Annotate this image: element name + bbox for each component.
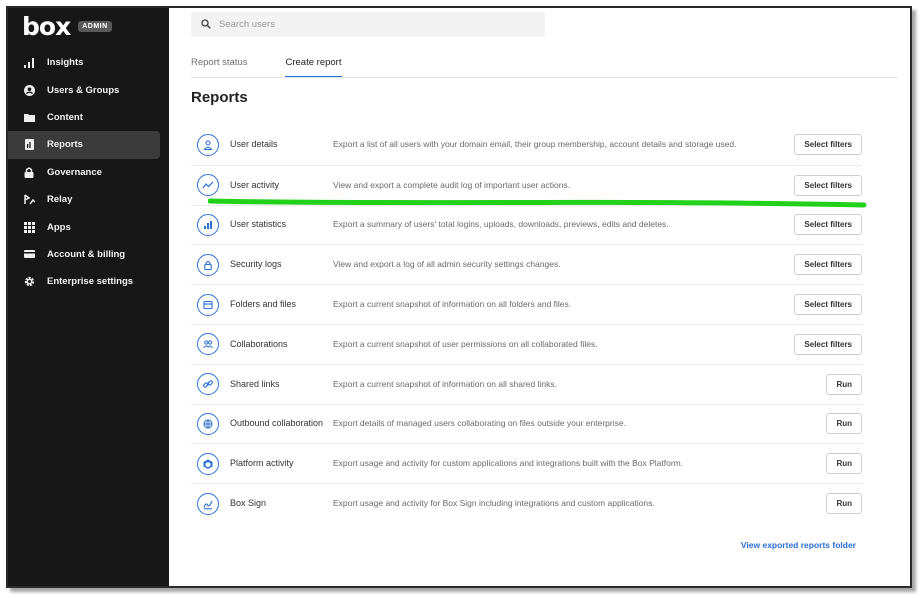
main-content: Report status Create report Reports User…	[169, 8, 910, 586]
report-description: Export a current snapshot of information…	[333, 299, 572, 309]
user-details-icon	[197, 133, 219, 156]
report-icon	[23, 139, 35, 151]
report-description: Export usage and activity for custom app…	[333, 458, 684, 469]
page-title: Reports	[191, 89, 248, 106]
report-name: Shared links	[230, 378, 280, 389]
report-name: User details	[230, 139, 278, 150]
select-filters-button[interactable]: Select filters	[794, 333, 862, 355]
card-icon	[23, 248, 35, 260]
report-name: User activity	[230, 179, 280, 190]
search-input[interactable]	[219, 19, 519, 30]
admin-badge: ADMIN	[78, 20, 112, 32]
folder-icon	[23, 111, 35, 123]
user-icon	[23, 84, 35, 96]
run-button[interactable]: Run	[826, 373, 862, 395]
report-row-shared-links: Shared links Export a current snapshot o…	[191, 363, 862, 404]
report-row-collaborations: Collaborations Export a current snapshot…	[191, 323, 862, 364]
security-lock-icon	[197, 253, 219, 276]
outbound-icon	[197, 412, 219, 435]
tab-divider	[191, 77, 898, 78]
logo-wordmark: box	[22, 11, 71, 41]
sidebar-item-label: Insights	[47, 57, 84, 69]
search-icon	[201, 16, 211, 34]
apps-grid-icon	[23, 221, 35, 233]
report-description: Export details of managed users collabor…	[333, 418, 626, 429]
sidebar-item-users-groups[interactable]: Users & Groups	[8, 76, 169, 103]
report-row-platform-activity: Platform activity Export usage and activ…	[191, 443, 862, 483]
report-row-box-sign: Box Sign Export usage and activity for B…	[191, 483, 862, 523]
link-icon	[197, 373, 219, 396]
sidebar-item-content[interactable]: Content	[8, 104, 169, 131]
sidebar-item-apps[interactable]: Apps	[8, 213, 169, 240]
run-button[interactable]: Run	[826, 453, 862, 475]
report-row-security-logs: Security logs View and export a log of a…	[191, 244, 862, 284]
select-filters-button[interactable]: Select filters	[794, 214, 862, 236]
report-name: Security logs	[230, 259, 282, 270]
select-filters-button[interactable]: Select filters	[794, 254, 862, 276]
tab-create-report[interactable]: Create report	[284, 52, 343, 78]
app-window: box ADMIN Insights Users & Groups Conten…	[6, 6, 912, 588]
sidebar-item-account-billing[interactable]: Account & billing	[8, 241, 169, 268]
sidebar: box ADMIN Insights Users & Groups Conten…	[8, 8, 169, 586]
sidebar-item-governance[interactable]: Governance	[8, 159, 169, 186]
sign-icon	[197, 492, 219, 515]
report-name: Platform activity	[230, 458, 294, 469]
folders-icon	[197, 293, 219, 316]
sidebar-item-enterprise-settings[interactable]: Enterprise settings	[8, 268, 169, 295]
reports-list: User details Export a list of all users …	[191, 125, 862, 523]
report-description: Export usage and activity for Box Sign i…	[333, 497, 655, 508]
sidebar-item-label: Relay	[47, 194, 73, 206]
run-button[interactable]: Run	[826, 413, 862, 435]
report-description: Export a current snapshot of information…	[333, 378, 557, 389]
platform-icon	[197, 452, 219, 475]
select-filters-button[interactable]: Select filters	[794, 294, 862, 316]
sidebar-item-label: Content	[47, 111, 83, 123]
search-bar[interactable]	[191, 12, 545, 37]
report-description: View and export a complete audit log of …	[333, 179, 571, 190]
report-description: View and export a log of all admin secur…	[333, 259, 561, 270]
sidebar-item-reports[interactable]: Reports	[8, 131, 160, 159]
sidebar-item-label: Apps	[47, 221, 71, 233]
lock-icon	[23, 166, 35, 178]
report-name: Folders and files	[230, 299, 297, 310]
report-row-user-activity: User activity View and export a complete…	[191, 164, 862, 205]
sidebar-item-label: Governance	[47, 166, 102, 178]
view-exported-reports-link[interactable]: View exported reports folder	[741, 540, 856, 550]
insights-icon	[23, 57, 35, 69]
select-filters-button[interactable]: Select filters	[794, 174, 862, 196]
report-row-user-statistics: User statistics Export a summary of user…	[191, 204, 862, 245]
report-description: Export a current snapshot of user permis…	[333, 338, 598, 349]
collaborations-icon	[197, 333, 219, 356]
tab-bar: Report status Create report	[191, 52, 379, 78]
report-row-outbound-collaboration: Outbound collaboration Export details of…	[191, 403, 862, 444]
report-description: Export a list of all users with your dom…	[333, 139, 737, 150]
report-name: Outbound collaboration	[230, 418, 324, 429]
sidebar-item-label: Enterprise settings	[47, 276, 134, 288]
select-filters-button[interactable]: Select filters	[794, 134, 862, 156]
box-logo[interactable]: box ADMIN	[22, 13, 112, 39]
report-name: User statistics	[230, 219, 287, 230]
report-name: Box Sign	[230, 498, 267, 509]
tab-report-status[interactable]: Report status	[191, 52, 248, 78]
activity-icon	[197, 174, 219, 197]
sidebar-item-label: Users & Groups	[47, 84, 120, 96]
statistics-icon	[197, 213, 219, 236]
sidebar-item-label: Account & billing	[47, 248, 126, 260]
sidebar-item-insights[interactable]: Insights	[8, 49, 169, 76]
sidebar-item-relay[interactable]: Relay	[8, 186, 169, 213]
report-row-user-details: User details Export a list of all users …	[191, 125, 862, 165]
report-row-folders-files: Folders and files Export a current snaps…	[191, 284, 862, 324]
report-description: Export a summary of users' total logins,…	[333, 219, 669, 230]
relay-icon	[23, 194, 35, 206]
run-button[interactable]: Run	[826, 493, 862, 515]
gear-icon	[23, 276, 35, 288]
sidebar-nav: Insights Users & Groups Content Reports	[8, 49, 169, 296]
report-name: Collaborations	[230, 338, 288, 349]
sidebar-item-label: Reports	[47, 139, 83, 151]
